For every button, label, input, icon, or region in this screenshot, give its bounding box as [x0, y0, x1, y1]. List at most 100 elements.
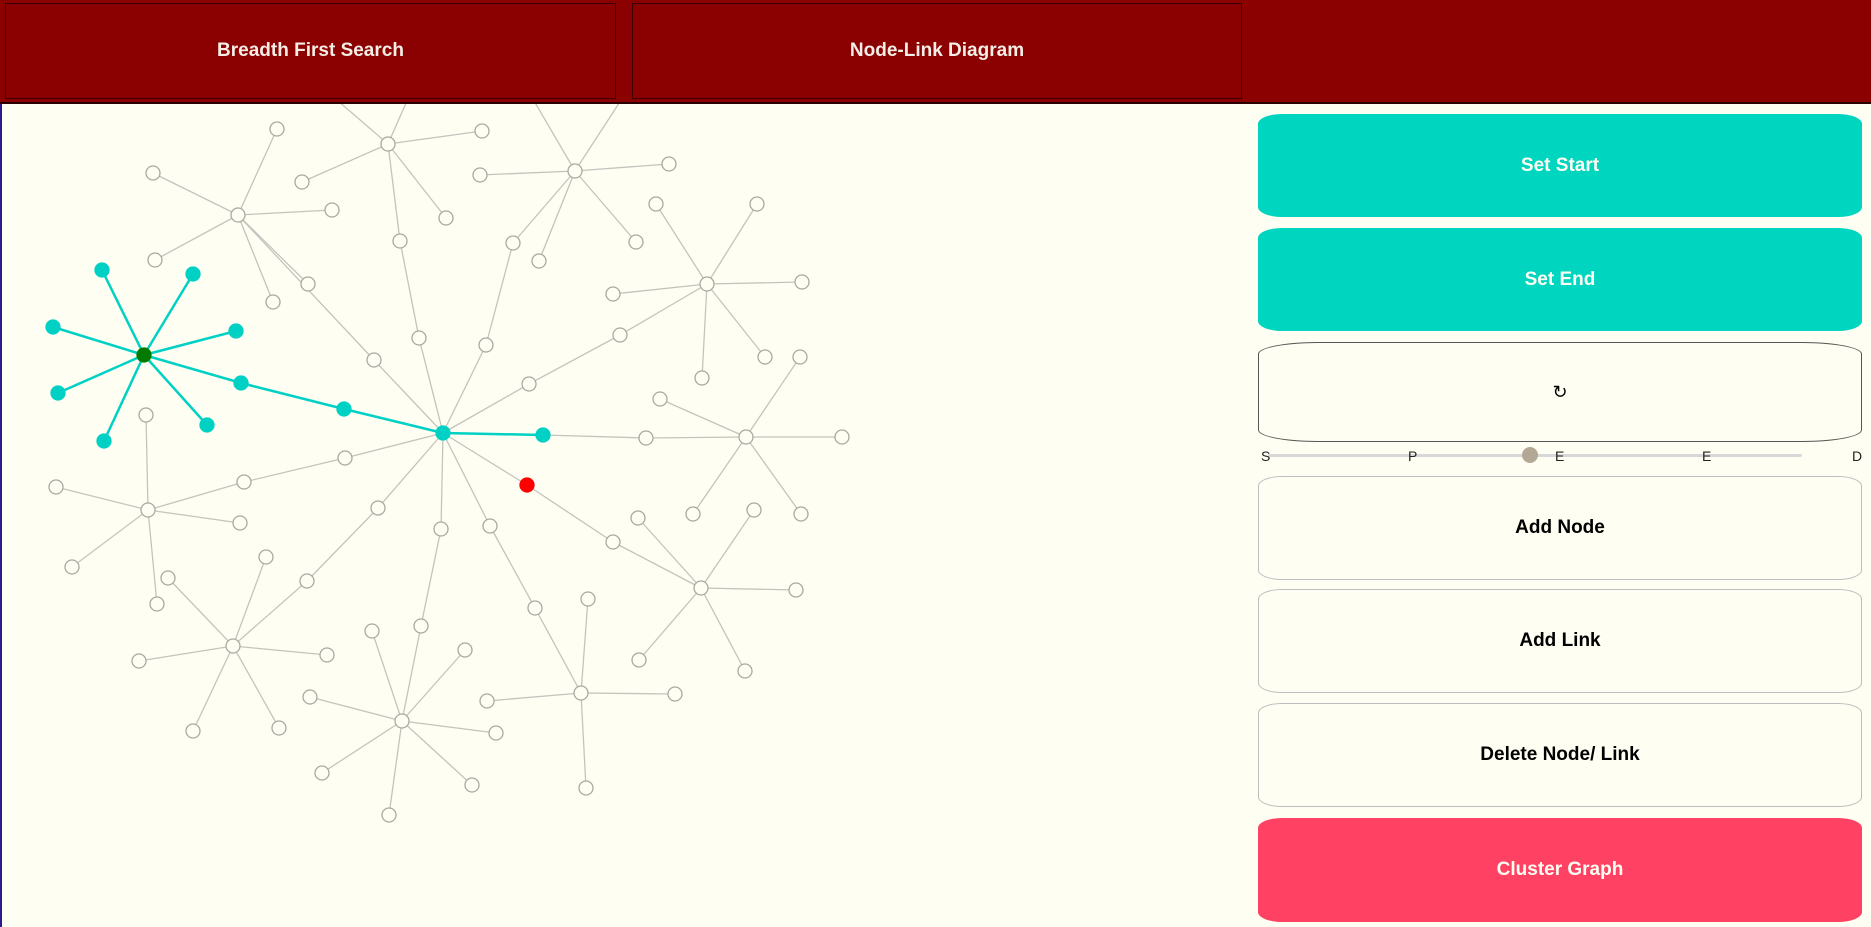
- set-start-button[interactable]: Set Start: [1258, 114, 1862, 217]
- visited-node[interactable]: [535, 427, 551, 443]
- cluster-graph-button[interactable]: Cluster Graph: [1258, 818, 1862, 922]
- graph-node[interactable]: [232, 515, 248, 531]
- graph-node[interactable]: [319, 647, 335, 663]
- graph-edge[interactable]: [655, 203, 708, 285]
- visited-node[interactable]: [45, 319, 61, 335]
- graph-node[interactable]: [411, 330, 427, 346]
- graph-node[interactable]: [793, 506, 809, 522]
- graph-node[interactable]: [185, 723, 201, 739]
- graph-node[interactable]: [482, 518, 498, 534]
- graph-edge[interactable]: [700, 509, 755, 589]
- graph-edge[interactable]: [371, 630, 403, 722]
- add-link-button[interactable]: Add Link: [1258, 589, 1862, 693]
- graph-node[interactable]: [630, 510, 646, 526]
- graph-edge[interactable]: [420, 528, 442, 627]
- graph-edge[interactable]: [237, 214, 309, 285]
- graph-node[interactable]: [479, 693, 495, 709]
- graph-edge[interactable]: [401, 649, 466, 722]
- graph-edge[interactable]: [138, 645, 234, 662]
- visited-node[interactable]: [233, 375, 249, 391]
- graph-node[interactable]: [131, 653, 147, 669]
- graph-edge[interactable]: [147, 481, 245, 511]
- graph-edge[interactable]: [401, 720, 497, 734]
- graph-node[interactable]: [464, 777, 480, 793]
- graph-edge[interactable]: [145, 414, 149, 511]
- graph-edge[interactable]: [387, 143, 401, 242]
- graph-edge[interactable]: [243, 457, 346, 483]
- graph-node[interactable]: [258, 549, 274, 565]
- graph-node[interactable]: [160, 570, 176, 586]
- graph-edge[interactable]: [167, 577, 234, 647]
- graph-edge[interactable]: [399, 240, 420, 339]
- graph-edge[interactable]: [489, 525, 536, 609]
- graph-edge[interactable]: [147, 509, 158, 605]
- graph-edge[interactable]: [574, 163, 670, 172]
- visited-node[interactable]: [228, 323, 244, 339]
- graph-edge[interactable]: [321, 720, 403, 774]
- graph-node[interactable]: [648, 196, 664, 212]
- graph-edge[interactable]: [479, 170, 576, 176]
- graph-node[interactable]: [693, 580, 709, 596]
- graph-edge[interactable]: [309, 696, 403, 722]
- highlighted-edge[interactable]: [143, 353, 242, 385]
- graph-node[interactable]: [364, 623, 380, 639]
- graph-edge[interactable]: [638, 587, 702, 661]
- graph-node[interactable]: [370, 500, 386, 516]
- visited-node[interactable]: [96, 433, 112, 449]
- graph-edge[interactable]: [237, 128, 278, 216]
- add-node-button[interactable]: Add Node: [1258, 476, 1862, 580]
- graph-edge[interactable]: [237, 209, 333, 216]
- graph-edge[interactable]: [418, 337, 444, 434]
- graph-edge[interactable]: [237, 214, 274, 303]
- graph-node[interactable]: [392, 233, 408, 249]
- graph-edge[interactable]: [637, 517, 702, 589]
- graph-node[interactable]: [685, 506, 701, 522]
- graph-node[interactable]: [413, 618, 429, 634]
- graph-edge[interactable]: [574, 104, 625, 172]
- graph-node[interactable]: [324, 202, 340, 218]
- graph-node[interactable]: [472, 167, 488, 183]
- set-end-button[interactable]: Set End: [1258, 228, 1862, 331]
- graph-edge[interactable]: [645, 436, 747, 439]
- graph-edge[interactable]: [232, 580, 308, 647]
- graph-edge[interactable]: [692, 436, 747, 515]
- highlighted-edge[interactable]: [240, 381, 345, 411]
- graph-node[interactable]: [573, 685, 589, 701]
- graph-edge[interactable]: [574, 170, 637, 243]
- graph-edge[interactable]: [580, 692, 587, 789]
- graph-node[interactable]: [302, 689, 318, 705]
- graph-edge[interactable]: [373, 359, 444, 434]
- graph-node[interactable]: [605, 534, 621, 550]
- graph-edge[interactable]: [232, 556, 267, 647]
- delete-node-link-button[interactable]: Delete Node/ Link: [1258, 703, 1862, 807]
- graph-node[interactable]: [366, 352, 382, 368]
- highlighted-edge[interactable]: [102, 354, 146, 442]
- visited-node[interactable]: [94, 262, 110, 278]
- graph-node[interactable]: [64, 559, 80, 575]
- graph-node[interactable]: [834, 429, 850, 445]
- graph-node[interactable]: [612, 327, 628, 343]
- graph-canvas[interactable]: [0, 104, 1250, 927]
- graph-edge[interactable]: [534, 607, 582, 694]
- graph-edge[interactable]: [306, 507, 379, 582]
- graph-edge[interactable]: [486, 692, 582, 702]
- graph-node[interactable]: [792, 349, 808, 365]
- graph-node[interactable]: [505, 235, 521, 251]
- graph-node[interactable]: [567, 163, 583, 179]
- graph-node[interactable]: [580, 591, 596, 607]
- start-node[interactable]: [136, 347, 152, 363]
- end-node[interactable]: [519, 477, 535, 493]
- graph-node[interactable]: [531, 253, 547, 269]
- graph-edge[interactable]: [706, 283, 766, 358]
- graph-node[interactable]: [230, 207, 246, 223]
- visited-node[interactable]: [50, 385, 66, 401]
- highlighted-edge[interactable]: [442, 431, 544, 437]
- graph-edge[interactable]: [152, 172, 239, 216]
- graph-edge[interactable]: [401, 720, 473, 786]
- graph-node[interactable]: [48, 479, 64, 495]
- graph-node[interactable]: [638, 430, 654, 446]
- graph-node[interactable]: [694, 370, 710, 386]
- graph-edge[interactable]: [706, 203, 758, 285]
- graph-node[interactable]: [652, 391, 668, 407]
- graph-edge[interactable]: [530, 104, 576, 172]
